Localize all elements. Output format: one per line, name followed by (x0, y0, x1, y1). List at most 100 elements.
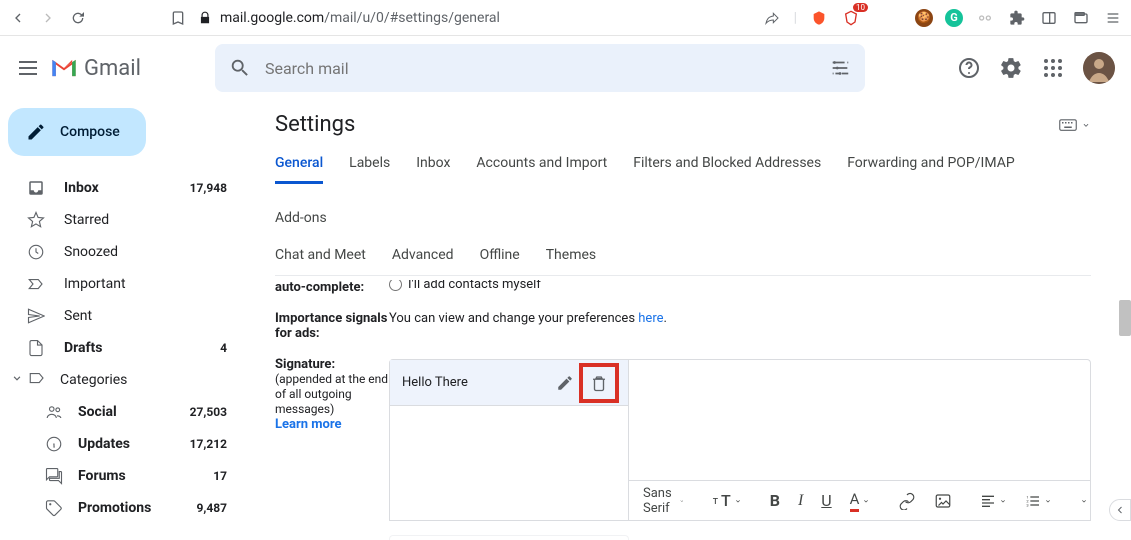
main-menu-icon[interactable] (16, 56, 40, 80)
account-avatar[interactable] (1083, 52, 1115, 84)
tab-general[interactable]: General (275, 155, 323, 184)
menu-icon[interactable] (1103, 8, 1123, 28)
text-color-button[interactable]: A (844, 486, 877, 516)
wallet-icon[interactable] (1071, 8, 1091, 28)
autocomplete-option: I'll add contacts myself (408, 280, 541, 292)
importance-link[interactable]: here (638, 311, 663, 326)
compose-button[interactable]: Compose (8, 108, 146, 156)
tab-inbox[interactable]: Inbox (416, 155, 450, 184)
signature-editor: Sans Serif тT B I U A (629, 359, 1091, 521)
nav-forums[interactable]: Forums 17 (0, 460, 251, 492)
tab-chat[interactable]: Chat and Meet (275, 247, 366, 273)
search-box[interactable] (215, 44, 865, 92)
gmail-m-icon (50, 57, 78, 79)
nav-inbox[interactable]: Inbox 17,948 (0, 172, 251, 204)
address-bar[interactable]: mail.google.com/mail/u/0/#settings/gener… (198, 10, 752, 26)
browser-toolbar: mail.google.com/mail/u/0/#settings/gener… (0, 0, 1131, 36)
nav-drafts[interactable]: Drafts 4 (0, 332, 251, 364)
side-panel-toggle[interactable] (1109, 499, 1131, 521)
separator: | (794, 10, 797, 26)
gmail-logo[interactable]: Gmail (50, 56, 141, 81)
chevron-down-icon (1081, 120, 1091, 130)
tab-labels[interactable]: Labels (349, 155, 390, 184)
signature-label: Signature: (appended at the end of all o… (275, 357, 389, 432)
nav-categories[interactable]: Categories (0, 364, 251, 396)
tab-offline[interactable]: Offline (480, 247, 520, 273)
tab-forwarding[interactable]: Forwarding and POP/IMAP (847, 155, 1014, 184)
extensions-icon[interactable] (1007, 8, 1027, 28)
italic-button[interactable]: I (792, 488, 809, 514)
search-input[interactable] (265, 59, 815, 78)
star-icon (26, 211, 46, 229)
insert-image-button[interactable] (928, 488, 958, 514)
nav-updates[interactable]: Updates 17,212 (0, 428, 251, 460)
delete-signature-button[interactable] (582, 366, 616, 400)
forum-icon (44, 467, 64, 485)
label-icon (28, 369, 46, 391)
keyboard-icon (1059, 118, 1077, 132)
send-icon (26, 307, 46, 325)
edit-signature-button[interactable] (548, 366, 582, 400)
tab-addons[interactable]: Add-ons (275, 210, 327, 236)
signature-item[interactable]: Hello There (390, 360, 628, 406)
nav-sent[interactable]: Sent (0, 300, 251, 332)
compose-label: Compose (60, 124, 120, 140)
importance-label: Importance signals for ads: (275, 311, 389, 341)
url-text: mail.google.com/mail/u/0/#settings/gener… (220, 10, 500, 26)
tab-accounts[interactable]: Accounts and Import (476, 155, 607, 184)
draft-icon (26, 339, 46, 357)
bookmark-icon[interactable] (168, 8, 188, 28)
forward-icon[interactable] (38, 8, 58, 28)
align-button[interactable] (974, 489, 1013, 513)
settings-main: Settings General Labels Inbox Accounts a… (251, 100, 1131, 531)
nav-social[interactable]: Social 27,503 (0, 396, 251, 428)
list-button[interactable]: 123 (1019, 489, 1058, 513)
signature-canvas[interactable] (629, 360, 1090, 480)
google-apps-icon[interactable] (1041, 56, 1065, 80)
gmail-header: Gmail (0, 36, 1131, 100)
share-icon[interactable] (762, 8, 782, 28)
extension-icon[interactable]: 🍪 (915, 9, 933, 27)
panel-icon[interactable] (1039, 8, 1059, 28)
input-tools-button[interactable] (1059, 118, 1091, 132)
tag-icon (44, 499, 64, 517)
settings-tabs: General Labels Inbox Accounts and Import… (275, 155, 1091, 237)
back-icon[interactable] (8, 8, 28, 28)
tab-filters[interactable]: Filters and Blocked Addresses (633, 155, 821, 184)
shield-icon[interactable] (841, 8, 861, 28)
nav-important[interactable]: Important (0, 268, 251, 300)
insert-link-button[interactable] (892, 488, 922, 514)
chevron-down-icon (10, 371, 24, 389)
sidebar: Compose Inbox 17,948 Starred Snoozed Imp… (0, 100, 251, 531)
scrollbar-thumb[interactable] (1119, 300, 1131, 336)
font-family-select[interactable]: Sans Serif (637, 482, 691, 520)
autocomplete-label: auto-complete: (275, 280, 389, 295)
important-icon (26, 275, 46, 293)
learn-more-link[interactable]: Learn more (275, 417, 342, 432)
nav-starred[interactable]: Starred (0, 204, 251, 236)
clock-icon (26, 243, 46, 261)
extension-icon[interactable]: G (945, 9, 963, 27)
autocomplete-radio[interactable] (389, 280, 402, 291)
create-new-signature-button[interactable]: +Create new (389, 535, 629, 540)
extension-icon[interactable] (975, 8, 995, 28)
people-icon (44, 403, 64, 421)
search-icon (229, 57, 251, 79)
importance-text: You can view and change your preferences (389, 311, 638, 326)
settings-gear-icon[interactable] (999, 56, 1023, 80)
signature-name: Hello There (402, 375, 468, 390)
support-icon[interactable] (957, 56, 981, 80)
tab-advanced[interactable]: Advanced (392, 247, 454, 273)
search-options-icon[interactable] (829, 57, 851, 79)
underline-button[interactable]: U (815, 487, 837, 514)
reload-icon[interactable] (68, 8, 88, 28)
brave-icon[interactable] (809, 8, 829, 28)
bold-button[interactable]: B (764, 487, 786, 514)
settings-title: Settings (275, 112, 355, 137)
tab-themes[interactable]: Themes (546, 247, 596, 273)
nav-promotions[interactable]: Promotions 9,487 (0, 492, 251, 524)
more-formatting-button[interactable] (1074, 493, 1091, 509)
font-size-button[interactable]: тT (707, 487, 748, 514)
inbox-icon (26, 179, 46, 197)
nav-snoozed[interactable]: Snoozed (0, 236, 251, 268)
